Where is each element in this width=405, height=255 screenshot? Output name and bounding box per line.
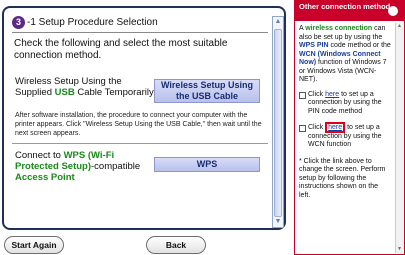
wps-option-label-pre: Connect to <box>15 150 64 161</box>
pin-link-pre: Click <box>308 90 326 98</box>
side-note: * Click the link above to change the scr… <box>299 157 386 199</box>
wps-option-label: Connect to WPS (Wi-Fi Protected Setup)-c… <box>15 150 155 183</box>
pin-link-row: Click here to set up a connection by usi… <box>299 91 391 117</box>
back-button[interactable]: Back <box>146 236 206 254</box>
side-panel-header: Other connection method <box>295 1 404 21</box>
side-intro-wps-pin: WPS PIN <box>299 42 329 49</box>
pin-code-link[interactable]: here <box>325 91 339 98</box>
other-connection-panel: Other connection method A wireless conne… <box>294 0 405 255</box>
wcn-link-text: Click here to set up a connection by usi… <box>308 122 391 150</box>
step-number-badge: 3 <box>12 15 25 29</box>
side-intro-mid2: code method or the <box>328 42 391 49</box>
wireless-setup-usb-button[interactable]: Wireless Setup Using the USB Cable <box>154 79 260 103</box>
pin-link-text: Click here to set up a connection by usi… <box>308 91 391 117</box>
usb-option-label-post: Cable Temporarily <box>74 87 154 98</box>
wps-option-label-mid: -compatible <box>91 161 141 172</box>
bullet-box-icon <box>299 125 306 132</box>
header-divider <box>12 32 268 33</box>
usb-option-label-highlight: USB <box>54 87 75 98</box>
scroll-up-icon[interactable]: ▲ <box>274 18 282 26</box>
options-divider <box>12 143 268 144</box>
bullet-box-icon <box>299 91 306 99</box>
side-scroll-down-icon[interactable]: ▼ <box>397 247 402 252</box>
instruction-text: Check the following and select the most … <box>14 38 228 61</box>
side-panel-body: A wireless connection can also be set up… <box>295 21 395 255</box>
status-dot-icon <box>388 6 398 16</box>
side-intro: A wireless connection can also be set up… <box>299 25 391 85</box>
scroll-down-icon[interactable]: ▼ <box>274 218 282 226</box>
step-header: 3 -1 Setup Procedure Selection <box>12 14 158 30</box>
side-panel-title: Other connection method <box>299 2 391 11</box>
side-scroll-up-icon[interactable]: ▲ <box>397 24 402 29</box>
wcn-link-pre: Click <box>308 124 326 131</box>
setup-procedure-panel: 3 -1 Setup Procedure Selection Check the… <box>2 6 286 230</box>
start-again-button[interactable]: Start Again <box>4 236 64 254</box>
side-scrollbar[interactable]: ▲ ▼ <box>395 23 403 253</box>
main-scrollbar[interactable]: ▲ ▼ <box>272 16 284 228</box>
usb-option-label: Wireless Setup Using the Supplied USB Ca… <box>15 76 155 98</box>
step-title: -1 Setup Procedure Selection <box>27 16 158 28</box>
scrollbar-thumb[interactable] <box>274 29 282 217</box>
wps-option-label-highlight2: Access Point <box>15 172 75 183</box>
usb-option-note: After software installation, the procedu… <box>15 112 262 137</box>
wps-button[interactable]: WPS <box>154 157 260 172</box>
wcn-link[interactable]: here <box>325 122 346 133</box>
wcn-link-row: Click here to set up a connection by usi… <box>299 122 391 150</box>
side-intro-wireless: wireless connection <box>305 25 373 32</box>
